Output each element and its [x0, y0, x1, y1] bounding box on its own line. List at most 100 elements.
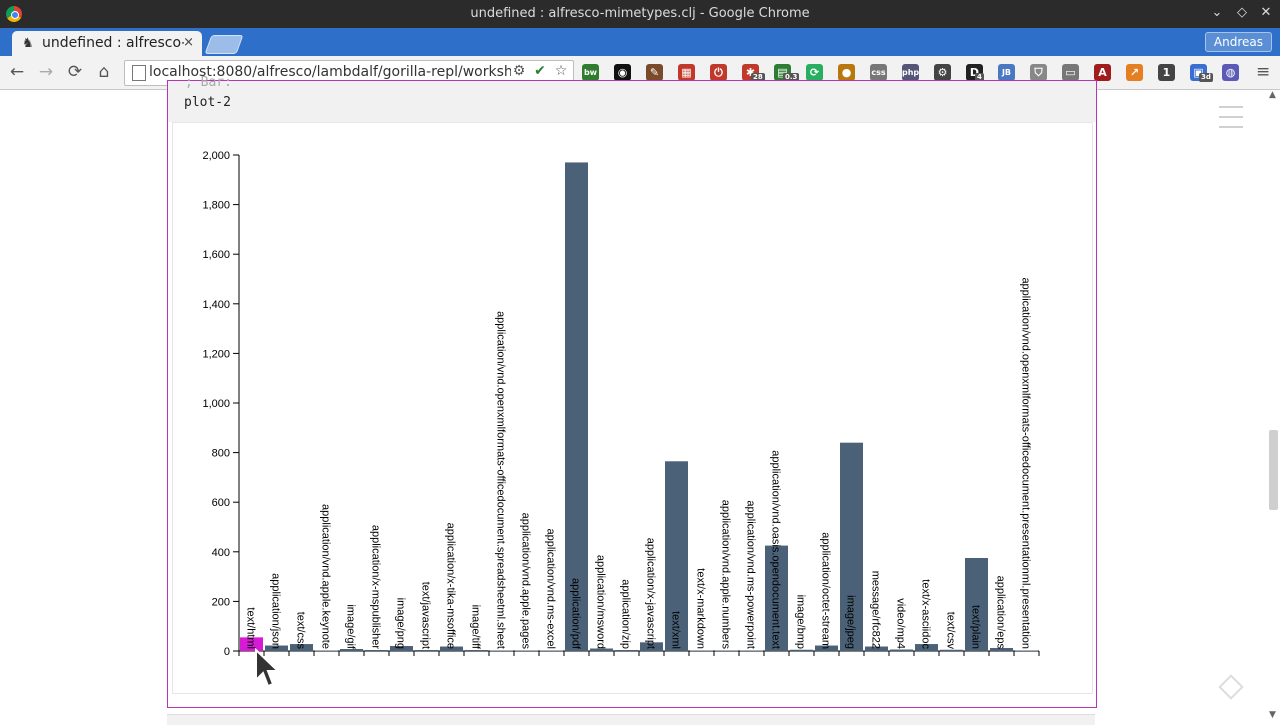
bar — [315, 650, 338, 652]
x-category-label: text/plain — [970, 605, 982, 649]
graph-extension-icon[interactable]: ↗ — [1126, 64, 1143, 81]
bar — [365, 650, 388, 651]
x-category-label: video/mp4 — [895, 598, 907, 649]
minimize-icon[interactable]: ⌄ — [1208, 4, 1226, 22]
x-category-label: application/msword — [595, 555, 607, 649]
x-category-label: image/jpeg — [845, 595, 857, 649]
bar — [490, 650, 513, 652]
worksheet-menu-icon[interactable] — [1219, 106, 1243, 136]
bookmark-star-icon[interactable]: ☆ — [552, 63, 570, 79]
forward-icon[interactable]: → — [36, 62, 56, 82]
cast-extension-icon[interactable]: ▭ — [1062, 64, 1079, 81]
scroll-down-icon[interactable]: ▼ — [1269, 710, 1276, 720]
page-icon — [132, 65, 146, 81]
bar — [615, 650, 638, 651]
y-tick-label: 600 — [212, 497, 230, 509]
x-category-label: application/json — [270, 573, 282, 649]
help-diamond-icon[interactable] — [1218, 674, 1244, 700]
x-category-label: application/zip — [620, 579, 632, 649]
code-segment[interactable]: ; Bar: plot-2 — [168, 75, 1096, 122]
bar — [540, 650, 563, 652]
back-icon[interactable]: ← — [7, 62, 27, 82]
tab-strip: ♞ undefined : alfresco-mimetypes.clj × A… — [0, 28, 1280, 56]
x-category-label: text/html — [245, 607, 257, 649]
x-category-label: image/png — [395, 598, 407, 649]
x-category-label: application/vnd.openxmlformats-officedoc… — [495, 311, 507, 649]
new-tab-button[interactable] — [204, 35, 244, 54]
tab-close-icon[interactable]: × — [183, 35, 194, 50]
globe-extension-icon[interactable]: ◍ — [1222, 64, 1239, 81]
stop-extension-icon[interactable]: ⏻ — [710, 64, 727, 81]
x-category-label: application/x-mspublisher — [370, 525, 382, 649]
y-tick-label: 1,400 — [202, 299, 230, 311]
y-tick-label: 800 — [212, 448, 230, 460]
scroll-up-icon[interactable]: ▲ — [1269, 90, 1276, 100]
refresh-extension-icon[interactable]: ⟳ — [806, 64, 823, 81]
reload-icon[interactable]: ⟳ — [65, 62, 85, 82]
page-scrollbar[interactable]: ▲ ▼ — [1267, 90, 1280, 720]
x-category-label: application/vnd.apple.numbers — [720, 500, 732, 650]
tab-label: undefined : alfresco-mimetypes.clj — [42, 35, 184, 51]
bar — [740, 650, 763, 652]
maximize-icon[interactable]: ◇ — [1233, 4, 1251, 22]
gorilla-favicon-icon: ♞ — [22, 36, 34, 51]
home-icon[interactable]: ⌂ — [94, 62, 114, 82]
window-titlebar: undefined : alfresco-mimetypes.clj - Goo… — [0, 0, 1280, 28]
d-extension-icon[interactable]: D4 — [966, 64, 984, 82]
eyedropper-extension-icon[interactable]: ✎ — [646, 64, 663, 81]
x-category-label: image/gif — [345, 604, 357, 650]
window-extension-icon[interactable]: ▣ 3d — [1190, 64, 1213, 82]
x-category-label: image/tiff — [470, 605, 482, 650]
x-category-label: image/bmp — [795, 595, 807, 649]
y-tick-label: 0 — [224, 646, 230, 658]
one-extension-icon[interactable]: 1 — [1158, 64, 1175, 81]
x-category-label: application/octet-stream — [820, 532, 832, 649]
bw-extension-icon[interactable]: bw — [582, 64, 599, 81]
php-extension-icon[interactable]: php — [902, 64, 919, 81]
window-extension-icon-badge: 3d — [1199, 73, 1213, 82]
bar — [415, 650, 438, 651]
scrollbar-thumb[interactable] — [1269, 430, 1278, 510]
y-tick-label: 1,000 — [202, 398, 230, 410]
tab-worksheet[interactable]: ♞ undefined : alfresco-mimetypes.clj × — [12, 31, 202, 56]
asterisk-extension-icon[interactable]: ✱ 28 — [742, 64, 765, 82]
settings-gear-icon[interactable]: ⚙ — [510, 63, 528, 79]
y-tick-label: 2,000 — [202, 150, 230, 162]
jb-extension-icon[interactable]: JB — [998, 64, 1015, 81]
x-category-label: message/rfc822 — [870, 571, 882, 649]
shield-extension-icon[interactable]: ⛉ — [1030, 64, 1047, 81]
font-extension-icon[interactable]: A — [1094, 64, 1111, 81]
worksheet-cell[interactable]: ; Bar: plot-2 0 200 400 600 800 1,000 1,200 1,4… — [167, 75, 1097, 708]
bar — [1015, 650, 1038, 652]
x-category-label: application/vnd.oasis.opendocument.text — [770, 450, 782, 649]
x-category-label: text/javascript — [420, 582, 432, 649]
x-category-label: application/eps — [995, 576, 1007, 650]
calendar-extension-icon[interactable]: ▦ — [678, 64, 695, 81]
code-source[interactable]: plot-2 — [184, 95, 231, 110]
bar — [515, 650, 538, 652]
y-tick-label: 1,200 — [202, 348, 230, 360]
bar — [940, 649, 963, 651]
y-tick-label: 200 — [212, 596, 230, 608]
x-category-label: application/x-javascript — [645, 538, 657, 649]
profile-button[interactable]: Andreas — [1204, 32, 1272, 52]
y-tick-label: 1,800 — [202, 200, 230, 212]
circle-extension-icon[interactable]: ◉ — [614, 64, 631, 81]
x-category-label: application/vnd.apple.keynote — [320, 504, 332, 649]
checkmark-icon[interactable]: ✔ — [531, 63, 549, 79]
x-category-label: application/vnd.apple.pages — [520, 513, 532, 650]
x-category-label: text/x-asciidoc — [920, 579, 932, 649]
bar-chart: 0 200 400 600 800 1,000 1,200 1,400 1,600 1,800 2,… — [202, 150, 1040, 658]
y-tick-label: 400 — [212, 547, 230, 559]
chrome-menu-icon[interactable]: ≡ — [1256, 62, 1270, 82]
gear-extension-icon[interactable]: ⚙ — [934, 64, 951, 81]
output-segment: 0 200 400 600 800 1,000 1,200 1,400 1,600 1,800 2,… — [172, 122, 1093, 694]
close-window-icon[interactable]: ✕ — [1257, 4, 1275, 22]
x-category-label: application/pdf — [570, 578, 582, 650]
css-extension-icon[interactable]: css — [870, 64, 887, 81]
chart-extension-icon[interactable]: ▤ 0.3 — [774, 64, 800, 82]
bar — [790, 649, 813, 651]
cookie-extension-icon[interactable]: ● — [838, 64, 855, 81]
bar — [890, 649, 913, 651]
y-tick-label: 1,600 — [202, 249, 230, 261]
